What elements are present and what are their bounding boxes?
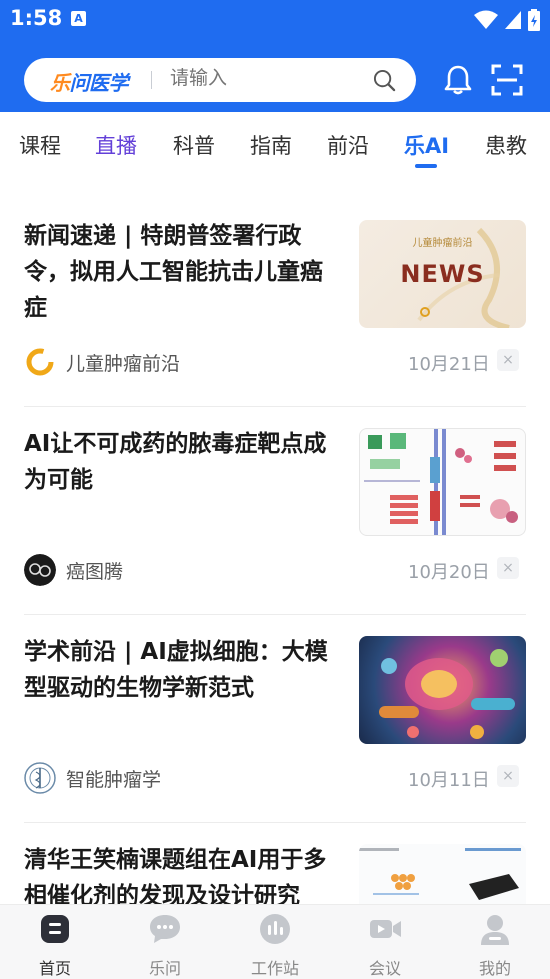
workstation-icon — [260, 914, 290, 944]
nav-label: 会议 — [368, 959, 401, 978]
article-card[interactable]: AI让不可成药的脓毒症靶点成为可能 癌图腾 10月20日 × — [0, 382, 550, 615]
article-source: 儿童肿瘤前沿 — [24, 345, 180, 379]
article-thumbnail[interactable] — [359, 428, 526, 536]
tab-courses[interactable]: 课程 — [19, 130, 61, 160]
profile-icon — [481, 915, 509, 945]
article-title[interactable]: 新闻速递 | 特朗普签署行政令，拟用人工智能抗击儿童癌症 — [24, 218, 342, 326]
article-date: 10月21日 — [408, 354, 490, 375]
brand-logo: 乐问医学 — [50, 71, 128, 95]
status-bar: 1:58 A — [0, 0, 550, 40]
article-source: 癌图腾 — [24, 553, 123, 587]
source-name: 儿童肿瘤前沿 — [66, 352, 181, 375]
tab-guidelines[interactable]: 指南 — [250, 130, 292, 160]
article-source: 智能肿瘤学 — [24, 761, 161, 795]
article-card[interactable]: 新闻速递 | 特朗普签署行政令，拟用人工智能抗击儿童癌症 儿童肿瘤前沿 NEWS… — [0, 174, 550, 407]
nav-workstation[interactable]: 工作站 — [235, 911, 315, 979]
battery-icon — [528, 9, 540, 31]
thumbnail-news-word: NEWS — [400, 260, 485, 288]
home-icon — [41, 915, 69, 943]
cell-illustration-graphic — [379, 649, 515, 739]
tab-frontier[interactable]: 前沿 — [327, 130, 369, 160]
nav-label: 乐问 — [148, 959, 181, 978]
tab-patient-education[interactable]: 患教 — [485, 130, 527, 160]
article-card[interactable]: 学术前沿 | AI虚拟细胞：大模型驱动的生物学新范式 智能肿瘤学 10月11日 … — [0, 590, 550, 823]
bottom-navigation: 首页 乐问 工作站 会议 我的 — [0, 904, 550, 979]
article-feed[interactable]: 新闻速递 | 特朗普签署行政令，拟用人工智能抗击儿童癌症 儿童肿瘤前沿 NEWS… — [0, 174, 550, 904]
pathway-diagram-graphic — [364, 429, 518, 535]
article-date: 10月11日 — [408, 770, 490, 791]
dismiss-button[interactable]: × — [497, 557, 519, 579]
video-icon — [370, 920, 401, 938]
chat-icon — [150, 915, 180, 943]
bell-icon[interactable] — [443, 64, 473, 96]
article-thumbnail[interactable] — [359, 844, 526, 904]
category-tabs: 课程 直播 科普 指南 前沿 乐AI 患教 — [0, 112, 550, 174]
article-card[interactable]: 清华王笑楠课题组在AI用于多相催化剂的发现及设计研究 — [0, 798, 550, 904]
app-header: 乐问医学 — [0, 40, 550, 112]
nav-label: 首页 — [38, 959, 71, 978]
nav-meetings[interactable]: 会议 — [345, 911, 425, 979]
nav-profile[interactable]: 我的 — [455, 911, 535, 979]
scan-icon[interactable] — [491, 64, 523, 96]
tab-popular-science[interactable]: 科普 — [173, 130, 215, 160]
article-date: 10月20日 — [408, 562, 490, 583]
status-icons — [474, 9, 540, 31]
wifi-icon — [474, 10, 498, 29]
source-name: 癌图腾 — [66, 560, 124, 583]
article-title[interactable]: 学术前沿 | AI虚拟细胞：大模型驱动的生物学新范式 — [24, 634, 342, 706]
dismiss-button[interactable]: × — [497, 765, 519, 787]
thumbnail-caption: 儿童肿瘤前沿 — [412, 238, 473, 249]
tab-live[interactable]: 直播 — [95, 130, 137, 160]
source-avatar — [24, 762, 56, 794]
dismiss-button[interactable]: × — [497, 349, 519, 371]
notification-icon: A — [71, 11, 86, 26]
catalyst-diagram-graphic — [359, 848, 521, 900]
article-thumbnail[interactable] — [359, 636, 526, 744]
source-avatar — [26, 348, 54, 376]
nav-label: 工作站 — [250, 959, 299, 978]
article-title[interactable]: 清华王笑楠课题组在AI用于多相催化剂的发现及设计研究 — [24, 842, 342, 904]
article-title[interactable]: AI让不可成药的脓毒症靶点成为可能 — [24, 426, 342, 498]
search-icon[interactable] — [373, 69, 396, 92]
search-input[interactable] — [170, 67, 350, 89]
status-time: 1:58 — [10, 6, 63, 30]
source-name: 智能肿瘤学 — [66, 768, 162, 791]
search-divider — [151, 71, 152, 89]
source-avatar — [24, 554, 56, 586]
tab-le-ai[interactable]: 乐AI — [404, 130, 449, 160]
signal-icon — [505, 11, 521, 29]
nav-label: 我的 — [478, 959, 511, 978]
active-tab-indicator — [415, 164, 437, 168]
article-thumbnail[interactable]: 儿童肿瘤前沿 NEWS — [359, 220, 526, 328]
nav-home[interactable]: 首页 — [15, 911, 95, 979]
nav-ask[interactable]: 乐问 — [125, 911, 205, 979]
search-bar[interactable]: 乐问医学 — [24, 58, 416, 102]
